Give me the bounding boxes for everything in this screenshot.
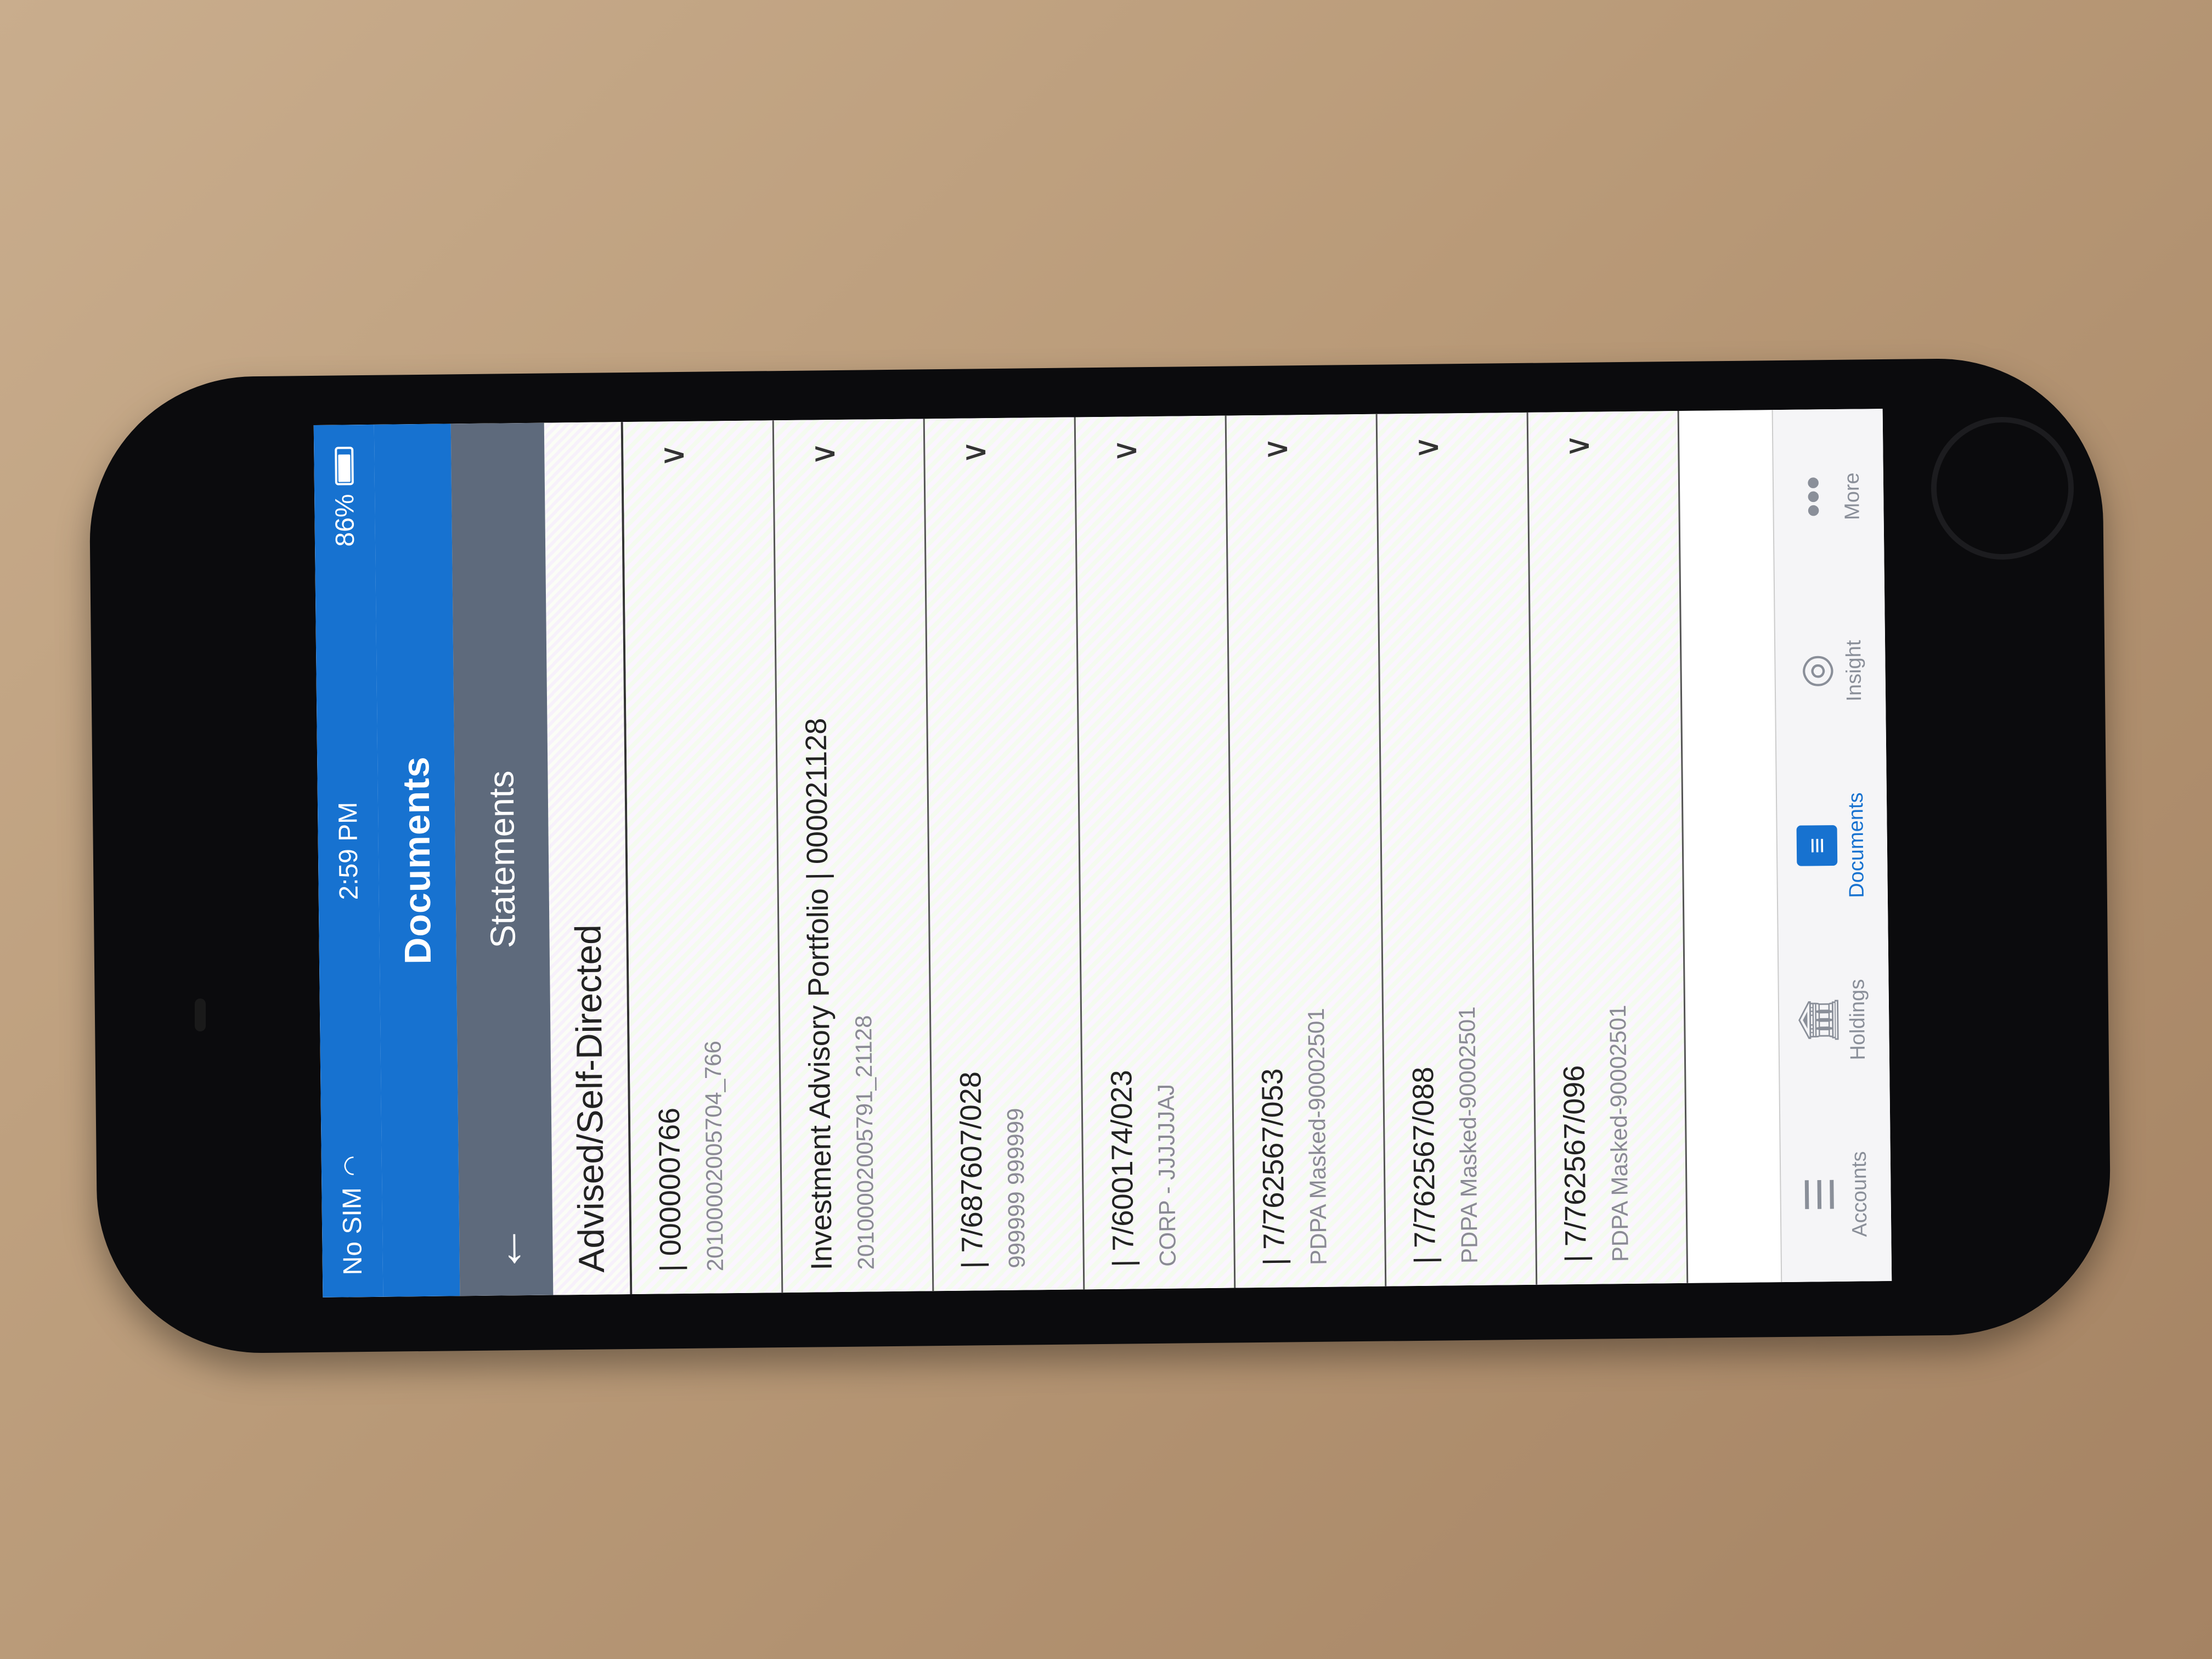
insight-icon: ◎ (1792, 653, 1837, 689)
tab-label: Documents (1844, 792, 1869, 898)
holdings-icon: 🏛 (1796, 995, 1841, 1046)
row-subtitle: 20100002005791_21128 (850, 1015, 879, 1270)
documents-icon: ≡ (1796, 825, 1837, 866)
tab-label: Holdings (1845, 979, 1870, 1060)
accounts-icon: ☰ (1798, 1176, 1843, 1213)
list-item[interactable]: | 000000766 20100002005704_766 ∧ (623, 420, 783, 1295)
section-header: Advised/Self-Directed (544, 422, 633, 1295)
section-title: Advised/Self-Directed (567, 924, 612, 1273)
row-subtitle: PDPA Masked-90002501 (1604, 1005, 1633, 1262)
chevron-down-icon[interactable]: ∧ (1561, 433, 1600, 458)
sub-bar: ← Statements (450, 422, 554, 1296)
row-subtitle: PDPA Masked-90002501 (1302, 1008, 1331, 1266)
chevron-down-icon[interactable]: ∧ (1109, 438, 1147, 463)
tab-more[interactable]: ••• More (1773, 409, 1884, 584)
battery-fill (338, 454, 351, 482)
list-item[interactable]: | 7/762567/088 PDPA Masked-90002501 ∧ (1377, 412, 1538, 1286)
tab-accounts[interactable]: ☰ Accounts (1780, 1107, 1892, 1282)
app: No SIM ◠ 2:59 PM 86% Documents ← Stateme… (313, 409, 1892, 1297)
tab-holdings[interactable]: 🏛 Holdings (1779, 932, 1890, 1108)
list-item[interactable]: | 7/762567/053 PDPA Masked-90002501 ∧ (1226, 414, 1387, 1288)
tab-documents[interactable]: ≡ Documents (1776, 758, 1888, 933)
page-title: Documents (395, 756, 439, 965)
wifi-icon: ◠ (338, 1155, 365, 1177)
chevron-down-icon[interactable]: ∧ (807, 442, 845, 466)
chevron-down-icon[interactable]: ∧ (1410, 435, 1449, 460)
row-title: | 7/762567/096 (1558, 1065, 1593, 1263)
row-subtitle: 999999 999999 (1002, 1108, 1030, 1268)
chevron-down-icon[interactable]: ∧ (656, 443, 695, 468)
row-subtitle: CORP - JJJJJJAJ (1153, 1084, 1181, 1267)
phone-screen: No SIM ◠ 2:59 PM 86% Documents ← Stateme… (313, 409, 1892, 1297)
list-item[interactable]: | 7/600174/023 CORP - JJJJJJAJ ∧ (1075, 415, 1236, 1290)
list-item[interactable]: | 7/762567/096 PDPA Masked-90002501 ∧ (1528, 410, 1689, 1285)
list-item[interactable]: | 7/687607/028 999999 999999 ∧ (924, 417, 1085, 1291)
row-title: | 000000766 (652, 1107, 687, 1272)
statement-list: | 000000766 20100002005704_766 ∧ Investm… (623, 410, 1689, 1295)
more-icon: ••• (1791, 476, 1836, 518)
tab-label: Insight (1842, 640, 1866, 702)
nav-bar: Documents (374, 424, 460, 1297)
tab-insight[interactable]: ◎ Insight (1775, 583, 1886, 759)
battery-icon (335, 447, 354, 486)
row-title: Investment Advisory Portfolio | 00002112… (799, 718, 838, 1271)
row-title: | 7/687607/028 (954, 1071, 989, 1269)
status-bar: No SIM ◠ 2:59 PM 86% (313, 424, 383, 1297)
chevron-down-icon[interactable]: ∧ (958, 440, 996, 465)
row-subtitle: 20100002005704_766 (699, 1040, 728, 1272)
tab-label: More (1840, 472, 1864, 521)
row-title: | 7/600174/023 (1105, 1069, 1140, 1267)
tab-label: Accounts (1847, 1151, 1871, 1237)
row-title: | 7/762567/088 (1407, 1066, 1442, 1265)
battery-percent: 86% (330, 494, 360, 547)
chevron-down-icon[interactable]: ∧ (1260, 437, 1298, 461)
tab-bar: ☰ Accounts 🏛 Holdings ≡ Documents ◎ Insi… (1771, 409, 1892, 1283)
subpage-title: Statements (481, 770, 523, 949)
carrier-label: No SIM (337, 1187, 368, 1276)
back-arrow-icon[interactable]: ← (478, 1224, 535, 1274)
list-item[interactable]: Investment Advisory Portfolio | 00002112… (774, 419, 934, 1293)
row-subtitle: PDPA Masked-90002501 (1453, 1006, 1482, 1264)
row-title: | 7/762567/053 (1256, 1068, 1291, 1266)
phone-speaker (195, 998, 206, 1031)
status-time: 2:59 PM (333, 802, 364, 900)
